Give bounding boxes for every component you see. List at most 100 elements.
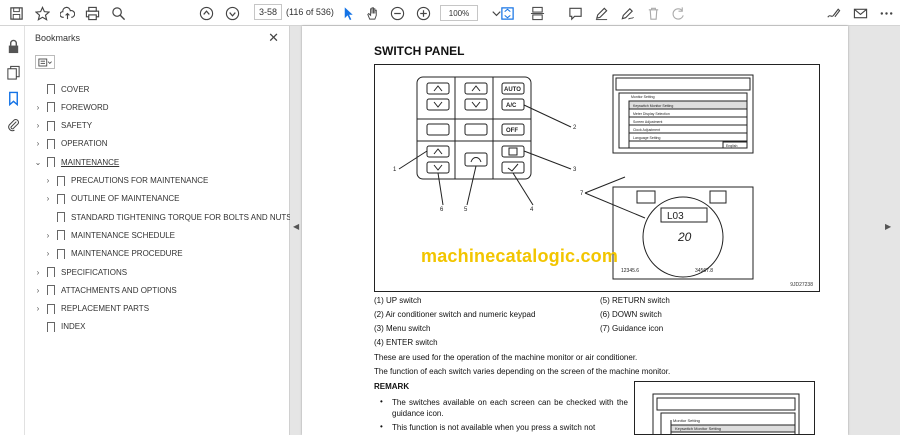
chevron-right-icon[interactable]: › <box>33 139 43 148</box>
bookmark-item[interactable]: › PRECAUTIONS FOR MAINTENANCE <box>43 173 208 189</box>
chevron-right-icon[interactable]: › <box>43 249 53 258</box>
chevron-right-icon[interactable]: › <box>33 268 43 277</box>
caption-guidance-icon: (7) Guidance icon <box>600 324 664 333</box>
callout-1: 1 <box>393 167 397 173</box>
redo-icon[interactable] <box>668 3 688 23</box>
figure-id: 9JD27238 <box>790 282 813 288</box>
print-icon[interactable] <box>82 3 102 23</box>
chevron-right-icon[interactable]: › <box>43 231 53 240</box>
scroll-right-arrow-icon[interactable]: ▶ <box>885 222 891 231</box>
highlight-pen-icon[interactable] <box>591 3 611 23</box>
select-cursor-icon[interactable] <box>338 3 358 23</box>
chevron-right-icon[interactable]: › <box>33 304 43 313</box>
next-page-icon[interactable] <box>222 3 242 23</box>
save-icon[interactable] <box>6 3 26 23</box>
caption-menu-switch: (3) Menu switch <box>374 324 431 333</box>
bookmark-item[interactable]: COVER <box>33 81 89 97</box>
bookmark-item[interactable]: STANDARD TIGHTENING TORQUE FOR BOLTS AND… <box>43 209 292 225</box>
chevron-right-icon[interactable]: › <box>43 194 53 203</box>
switch-panel-figure: AUTO A/C OFF 1 2 3 4 5 6 7 Monitor Setti… <box>374 64 820 292</box>
bookmark-item[interactable]: › SPECIFICATIONS <box>33 264 127 280</box>
bookmark-icon <box>47 285 55 297</box>
off-key-label: OFF <box>506 128 518 134</box>
bookmark-icon <box>47 157 55 169</box>
monitor-menu-highlight: Keyswitch Monitor Setting <box>633 104 673 108</box>
bookmark-label: ATTACHMENTS AND OPTIONS <box>61 285 177 295</box>
chevron-right-icon[interactable]: › <box>33 121 43 130</box>
bookmark-icon <box>47 303 55 315</box>
page-thumbnails-icon[interactable] <box>3 62 23 82</box>
zoom-level-value: 100% <box>448 8 470 18</box>
bookmark-label: MAINTENANCE PROCEDURE <box>71 249 183 259</box>
bookmark-label: COVER <box>61 84 90 94</box>
callout-2: 2 <box>573 125 577 131</box>
page-navigator: 3-58 (116 of 536) <box>254 4 334 20</box>
gauge-hours-left: 12345.6 <box>621 268 639 274</box>
monitor-menu-item-3: Clock Adjustment <box>633 128 660 132</box>
bookmark-item[interactable]: › REPLACEMENT PARTS <box>33 301 149 317</box>
callout-3: 3 <box>573 167 577 173</box>
bookmark-icon <box>57 175 65 187</box>
close-icon[interactable]: ✕ <box>268 30 279 46</box>
chevron-down-icon[interactable]: ⌄ <box>33 158 43 167</box>
mini-monitor-illustration: Monitor Setting Keyswitch Monitor Settin… <box>652 393 800 434</box>
cloud-upload-icon[interactable] <box>57 3 77 23</box>
email-icon[interactable] <box>850 3 870 23</box>
caption-down-switch: (6) DOWN switch <box>600 310 662 319</box>
remark-heading: REMARK <box>374 382 410 391</box>
zoom-search-icon[interactable] <box>108 3 128 23</box>
bookmark-label: SPECIFICATIONS <box>61 267 128 277</box>
bookmark-options-button[interactable] <box>35 55 55 69</box>
bookmark-icon <box>47 267 55 278</box>
zoom-out-icon[interactable] <box>387 3 407 23</box>
bullet-text-guidance: The switches available on each screen ca… <box>392 398 628 418</box>
sign-pen-icon[interactable] <box>823 3 843 23</box>
bookmark-label: FOREWORD <box>61 102 109 112</box>
zoom-level-field[interactable]: 100% <box>440 5 478 21</box>
callout-7: 7 <box>580 191 584 197</box>
scrolling-mode-icon[interactable] <box>527 3 547 23</box>
hand-tool-icon[interactable] <box>362 3 382 23</box>
mini-monitor-figure: Monitor Setting Keyswitch Monitor Settin… <box>634 381 815 435</box>
monitor-menu-item-4: Language Setting <box>633 136 660 140</box>
callout-5: 5 <box>464 207 468 213</box>
bookmark-item[interactable]: › OPERATION <box>33 136 108 152</box>
bookmark-item[interactable]: ⌄ MAINTENANCE <box>33 154 119 170</box>
monitor-menu-extra: English <box>726 144 738 148</box>
chevron-right-icon[interactable]: › <box>33 103 43 112</box>
scroll-left-arrow-icon[interactable]: ◀ <box>293 222 299 231</box>
bookmark-item[interactable]: › FOREWORD <box>33 99 109 115</box>
previous-page-icon[interactable] <box>196 3 216 23</box>
bookmark-icon <box>57 193 65 205</box>
main-toolbar: 3-58 (116 of 536) 100% <box>0 0 900 26</box>
bookmark-label: SAFETY <box>61 121 93 131</box>
bookmark-label: STANDARD TIGHTENING TORQUE FOR BOLTS AND… <box>71 212 292 222</box>
bookmark-item[interactable]: › SAFETY <box>33 118 92 134</box>
bookmark-label: PRECAUTIONS FOR MAINTENANCE <box>71 176 209 185</box>
comment-icon[interactable] <box>565 3 585 23</box>
bookmark-panel-icon[interactable] <box>3 88 23 108</box>
monitor-menu-item-1: Meter Display Selection <box>633 112 670 116</box>
chevron-right-icon[interactable]: › <box>33 286 43 295</box>
bookmark-label: OPERATION <box>61 139 108 149</box>
fit-page-icon[interactable] <box>497 3 517 23</box>
bookmark-item[interactable]: › ATTACHMENTS AND OPTIONS <box>33 282 177 298</box>
caption-up-switch: (1) UP switch <box>374 296 422 305</box>
bookmark-item[interactable]: › MAINTENANCE SCHEDULE <box>43 227 175 243</box>
left-navigation-rail <box>0 26 25 435</box>
lock-icon[interactable] <box>3 36 23 56</box>
bookmark-item[interactable]: › OUTLINE OF MAINTENANCE <box>43 191 179 207</box>
attachment-paperclip-icon[interactable] <box>3 114 23 134</box>
bookmark-item[interactable]: › MAINTENANCE PROCEDURE <box>43 246 183 262</box>
more-options-icon[interactable] <box>876 3 896 23</box>
draw-pencil-icon[interactable] <box>617 3 637 23</box>
paragraph-usage: These are used for the operation of the … <box>374 353 638 362</box>
bookmark-label: REPLACEMENT PARTS <box>61 304 150 314</box>
chevron-right-icon[interactable]: › <box>43 176 53 185</box>
star-icon[interactable] <box>32 3 52 23</box>
delete-trash-icon[interactable] <box>643 3 663 23</box>
bookmark-item[interactable]: INDEX <box>33 319 85 335</box>
page-number-input[interactable]: 3-58 <box>254 4 283 20</box>
bookmarks-panel-title: Bookmarks <box>35 33 81 43</box>
zoom-in-icon[interactable] <box>413 3 433 23</box>
